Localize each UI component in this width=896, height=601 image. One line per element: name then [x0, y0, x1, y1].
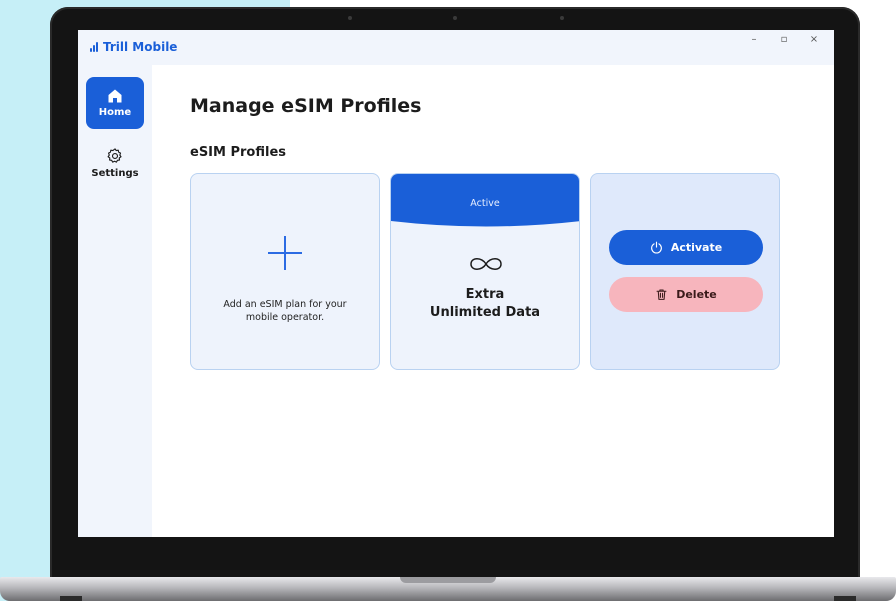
camera-dot [348, 16, 352, 20]
app-name: Trill Mobile [103, 40, 178, 54]
activate-label: Activate [670, 241, 723, 254]
main-content: Manage eSIM Profiles eSIM Profiles Add a… [152, 65, 834, 537]
plan-name-line1: Extra [465, 287, 505, 302]
minimize-button[interactable]: – [748, 34, 760, 45]
plus-icon [268, 236, 302, 270]
status-badge: Active [470, 198, 500, 209]
gear-icon [107, 148, 122, 163]
sidebar-item-label: Settings [91, 168, 139, 179]
sidebar-item-label: Home [98, 107, 132, 118]
sidebar-item-settings[interactable]: Settings [86, 137, 144, 189]
plan-name: Extra Unlimited Data [391, 286, 579, 322]
camera-dot [560, 16, 564, 20]
window-controls: – ▫ × [748, 34, 820, 45]
esim-profile-card[interactable]: Active Extra Unlimited Data [390, 173, 580, 370]
maximize-button[interactable]: ▫ [778, 34, 790, 45]
title-bar: Trill Mobile – ▫ × [78, 30, 834, 65]
laptop-screen: Trill Mobile – ▫ × Home Settings Manage … [78, 30, 834, 537]
section-title: eSIM Profiles [190, 145, 286, 160]
power-icon [650, 241, 662, 254]
sidebar: Home Settings [78, 65, 152, 537]
delete-label: Delete [676, 288, 717, 301]
activate-button[interactable]: Activate [609, 230, 763, 265]
laptop-notch [400, 577, 496, 583]
home-icon [108, 89, 122, 103]
laptop-foot [834, 596, 856, 601]
trash-icon [656, 289, 667, 300]
profile-actions-card: Activate Delete [590, 173, 780, 370]
app-brand: Trill Mobile [90, 40, 177, 54]
camera-dot [453, 16, 457, 20]
infinity-icon [470, 258, 502, 270]
sidebar-item-home[interactable]: Home [86, 77, 144, 129]
add-esim-text: Add an eSIM plan for your mobile operato… [223, 299, 347, 323]
signal-icon [90, 42, 98, 52]
plan-name-line2: Unlimited Data [429, 305, 541, 320]
delete-button[interactable]: Delete [609, 277, 763, 312]
add-esim-card[interactable]: Add an eSIM plan for your mobile operato… [190, 173, 380, 370]
close-button[interactable]: × [808, 34, 820, 45]
laptop-foot [60, 596, 82, 601]
page-title: Manage eSIM Profiles [190, 95, 422, 117]
